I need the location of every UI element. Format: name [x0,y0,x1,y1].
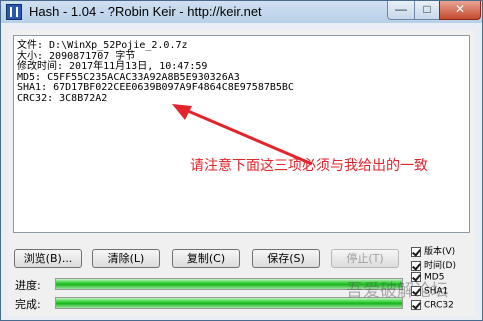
option-md5[interactable]: MD5 [411,272,444,286]
title-bar[interactable]: Hash - 1.04 - ?Robin Keir - http://keir.… [1,1,482,23]
checkbox-crc32[interactable] [411,300,421,310]
checkbox-md5[interactable] [411,272,421,282]
done-label: 完成: [15,298,41,311]
option-sha1[interactable]: SHA1 [411,286,448,300]
close-button[interactable]: ✕ [439,1,481,20]
option-md5-label: MD5 [424,272,445,283]
app-icon[interactable] [6,4,22,20]
option-crc32[interactable]: CRC32 [411,300,454,314]
checkbox-time[interactable] [411,260,421,271]
option-crc32-label: CRC32 [424,300,454,311]
hash-output-text[interactable]: 文件: D:\WinXp_52Pojie_2.0.7z 大小: 20908717… [13,35,470,233]
checkbox-sha1[interactable] [411,286,421,296]
clear-button[interactable]: 清除(L) [92,249,160,268]
option-sha1-label: SHA1 [424,286,449,297]
window-title: Hash - 1.04 - ?Robin Keir - http://keir.… [29,4,262,19]
save-button[interactable]: 保存(S) [252,249,320,268]
maximize-button[interactable]: □ [414,1,440,20]
annotation-text: 请注意下面这三项必须与我给出的一致 [190,158,428,174]
browse-button[interactable]: 浏览(B)... [14,249,82,268]
hash-window: Hash - 1.04 - ?Robin Keir - http://keir.… [0,0,483,321]
minimize-button[interactable]: — [387,1,415,20]
checkbox-version[interactable] [411,246,421,257]
progress-label: 进度: [15,279,41,292]
option-version-label: 版本(V) [424,247,456,257]
option-time[interactable]: 时间(D) [411,258,456,272]
red-arrow-annotation [172,104,313,166]
option-time-label: 时间(D) [424,261,456,271]
copy-button[interactable]: 复制(C) [172,249,240,268]
client-area: 文件: D:\WinXp_52Pojie_2.0.7z 大小: 20908717… [8,30,475,316]
stop-button[interactable]: 停止(T) [331,249,399,268]
option-version[interactable]: 版本(V) [411,244,455,258]
